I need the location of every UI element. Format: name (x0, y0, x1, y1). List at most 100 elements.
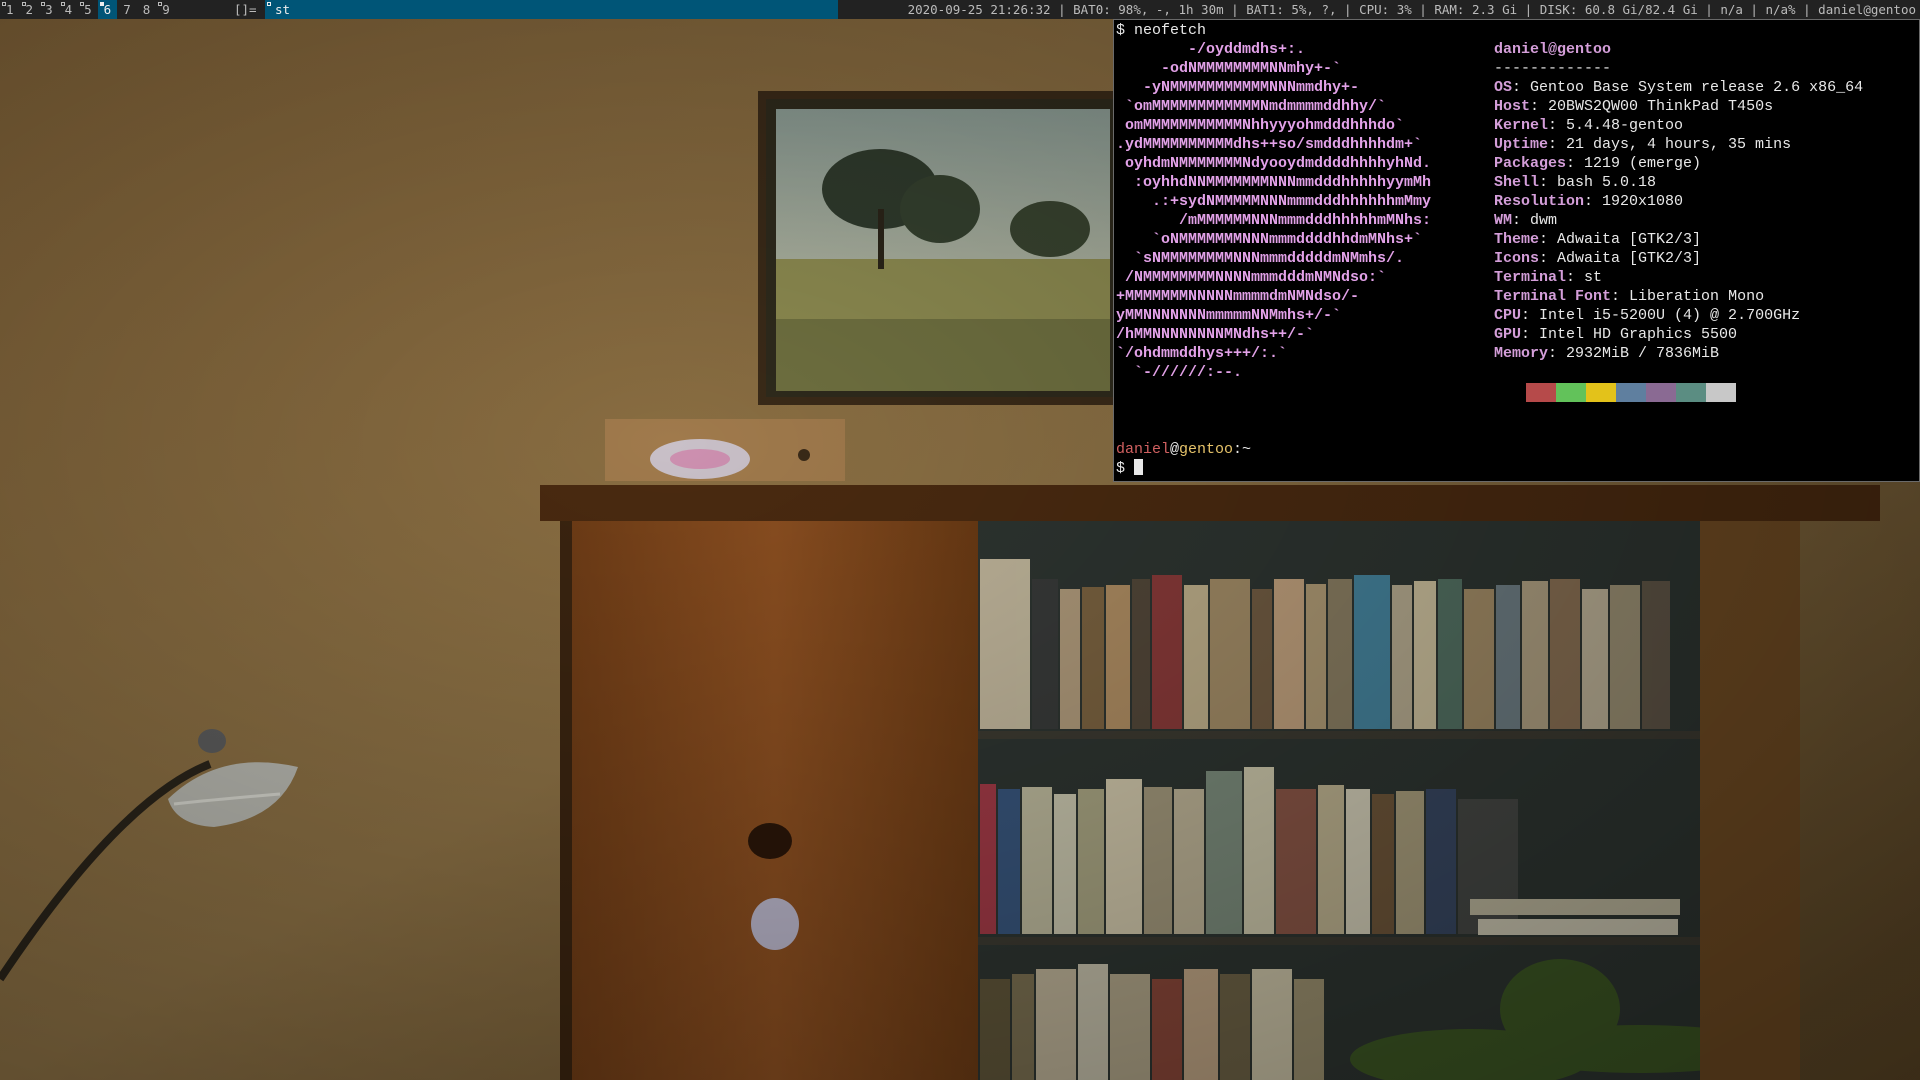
logo-line: `sNMMMMMMMMNNNmmmdddddmNMmhs/. (1116, 250, 1405, 267)
logo-line: oyhdmNMMMMMMMNdyooydmddddhhhhyhNd. (1116, 155, 1432, 172)
info-row: Uptime: 21 days, 4 hours, 35 mins (1494, 135, 1791, 154)
info-colon: : (1566, 269, 1585, 286)
prompt-host: gentoo (1179, 441, 1234, 458)
color-palette (1526, 383, 1736, 402)
prompt-at: @ (1170, 441, 1180, 458)
info-value: 20BWS2QW00 ThinkPad T450s (1548, 98, 1774, 115)
info-key: Uptime (1494, 136, 1549, 153)
logo-line: -odNMMMMMMMMNNmhy+-` (1116, 60, 1342, 77)
info-row: OS: Gentoo Base System release 2.6 x86_6… (1494, 78, 1863, 97)
palette-swatch (1676, 383, 1706, 402)
user-host: daniel@gentoo (1494, 41, 1612, 58)
tag-7[interactable]: 7 (117, 0, 137, 19)
palette-swatch (1586, 383, 1616, 402)
palette-swatch (1646, 383, 1676, 402)
info-colon: : (1548, 345, 1567, 362)
logo-line: yMMNNNNNNNmmmmmNNMmhs+/-` (1116, 307, 1342, 324)
logo-line: /hMMNNNNNNNNMNdhs++/-` (1116, 326, 1315, 343)
logo-line: .ydMMMMMMMMMMdhs++so/smdddhhhhdm+` (1116, 136, 1423, 153)
info-key: Terminal (1494, 269, 1567, 286)
logo-line: :oyhhdNNMMMMMMMNNNmmdddhhhhhyymMh (1116, 174, 1432, 191)
palette-swatch (1526, 383, 1556, 402)
info-value: Intel i5-5200U (4) @ 2.700GHz (1539, 307, 1801, 324)
input-line[interactable]: $ (1116, 459, 1144, 478)
info-row: Shell: bash 5.0.18 (1494, 173, 1656, 192)
info-value: 21 days, 4 hours, 35 mins (1566, 136, 1792, 153)
info-value: 1920x1080 (1602, 193, 1684, 210)
info-key: Icons (1494, 250, 1540, 267)
info-key: WM (1494, 212, 1513, 229)
palette-swatch (1706, 383, 1736, 402)
info-colon: : (1539, 174, 1558, 191)
info-row: Resolution: 1920x1080 (1494, 192, 1683, 211)
info-colon: : (1530, 98, 1549, 115)
tag-2[interactable]: 2 (20, 0, 40, 19)
info-key: Memory (1494, 345, 1549, 362)
tag-5[interactable]: 5 (78, 0, 98, 19)
prompt-path: :~ (1233, 441, 1252, 458)
info-value: 1219 (emerge) (1584, 155, 1702, 172)
palette-swatch (1616, 383, 1646, 402)
tag-3[interactable]: 3 (39, 0, 59, 19)
info-row: Terminal Font: Liberation Mono (1494, 287, 1764, 306)
info-row: Memory: 2932MiB / 7836MiB (1494, 344, 1719, 363)
info-colon: : (1521, 307, 1540, 324)
info-key: Shell (1494, 174, 1540, 191)
palette-swatch (1556, 383, 1586, 402)
info-colon: : (1521, 326, 1540, 343)
info-value: 2932MiB / 7836MiB (1566, 345, 1720, 362)
info-colon: : (1512, 79, 1531, 96)
info-key: Terminal Font (1494, 288, 1612, 305)
info-value: Gentoo Base System release 2.6 x86_64 (1530, 79, 1864, 96)
info-colon: : (1584, 193, 1603, 210)
tag-list: 123456789 (0, 0, 176, 19)
info-row: WM: dwm (1494, 211, 1557, 230)
logo-line: /NMMMMMMMMNNNNmmmdddmNMNdso:` (1116, 269, 1387, 286)
status-text: 2020-09-25 21:26:32 | BAT0: 98%, -, 1h 3… (907, 2, 1916, 17)
info-value: 5.4.48-gentoo (1566, 117, 1684, 134)
info-key: GPU (1494, 326, 1522, 343)
layout-symbol[interactable]: []= (230, 0, 261, 19)
separator: ------------- (1494, 60, 1612, 77)
logo-line: omMMMMMMMMMMMNhhyyyohmdddhhhdo` (1116, 117, 1405, 134)
info-key: Resolution (1494, 193, 1585, 210)
info-colon: : (1512, 212, 1531, 229)
info-value: Liberation Mono (1629, 288, 1765, 305)
info-value: Adwaita [GTK2/3] (1557, 250, 1702, 267)
info-value: bash 5.0.18 (1557, 174, 1657, 191)
info-row: Kernel: 5.4.48-gentoo (1494, 116, 1683, 135)
tag-9[interactable]: 9 (156, 0, 176, 19)
st-terminal-window[interactable]: $ neofetch -/oyddmdhs+:. -odNMMMMMMMMNNm… (1113, 19, 1920, 482)
info-value: dwm (1530, 212, 1558, 229)
tag-8[interactable]: 8 (137, 0, 157, 19)
logo-line: -yNMMMMMMMMMMMNNNmmdhy+- (1116, 79, 1360, 96)
logo-line: `oNMMMMMMMNNNmmmddddhhdmMNhs+` (1116, 231, 1423, 248)
text-cursor (1134, 459, 1144, 475)
info-value: Intel HD Graphics 5500 (1539, 326, 1738, 343)
info-row: CPU: Intel i5-5200U (4) @ 2.700GHz (1494, 306, 1800, 325)
info-colon: : (1566, 155, 1585, 172)
command-line: $ neofetch (1116, 22, 1207, 39)
logo-line: `-//////:--. (1116, 364, 1243, 381)
logo-line: -/oyddmdhs+:. (1116, 41, 1306, 58)
tag-6[interactable]: 6 (97, 0, 118, 19)
tag-1[interactable]: 1 (0, 0, 20, 19)
info-row: Theme: Adwaita [GTK2/3] (1494, 230, 1701, 249)
prompt-symbol: $ (1116, 460, 1135, 477)
info-value: Adwaita [GTK2/3] (1557, 231, 1702, 248)
logo-line: `omMMMMMMMMMMMMNmdmmmmddhhy/` (1116, 98, 1387, 115)
info-colon: : (1548, 136, 1567, 153)
info-row: GPU: Intel HD Graphics 5500 (1494, 325, 1737, 344)
logo-line: `/ohdmmddhys+++/:.` (1116, 345, 1288, 362)
info-key: Packages (1494, 155, 1567, 172)
info-colon: : (1548, 117, 1567, 134)
dwm-status-bar: 123456789 []= st 2020-09-25 21:26:32 | B… (0, 0, 1920, 19)
info-value: st (1584, 269, 1603, 286)
info-colon: : (1539, 250, 1558, 267)
logo-line: +MMMMMMMNNNNNmmmmdmNMNdso/- (1116, 288, 1360, 305)
tag-4[interactable]: 4 (59, 0, 79, 19)
info-row: Host: 20BWS2QW00 ThinkPad T450s (1494, 97, 1773, 116)
info-key: CPU (1494, 307, 1522, 324)
window-title[interactable]: st (265, 0, 838, 19)
info-key: OS (1494, 79, 1513, 96)
